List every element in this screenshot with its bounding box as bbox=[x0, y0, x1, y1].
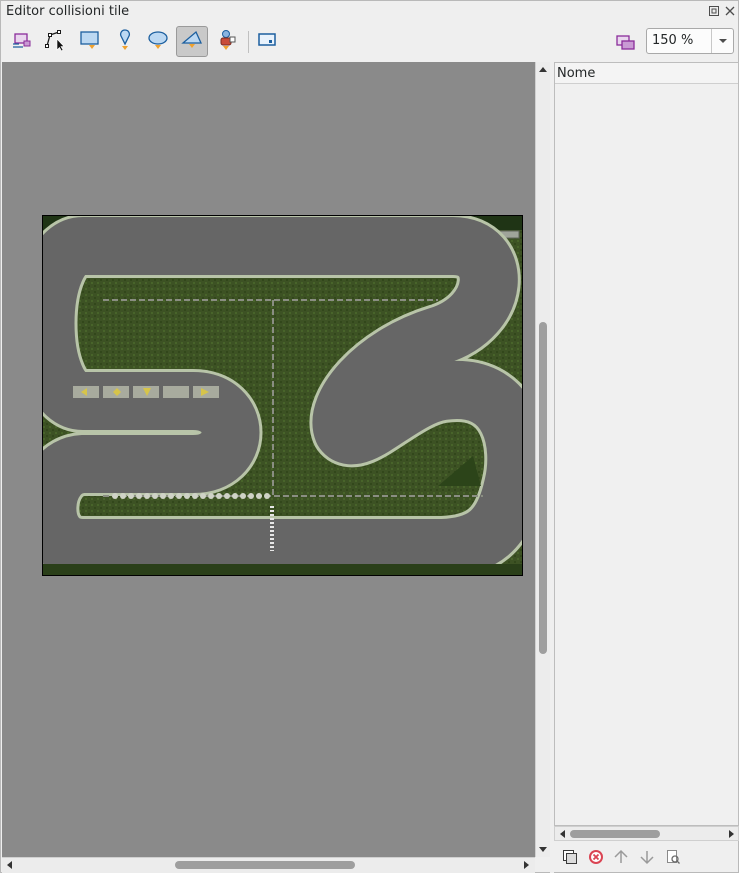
insert-point-button[interactable] bbox=[109, 26, 141, 57]
horizontal-scroll-thumb[interactable] bbox=[175, 861, 355, 869]
scroll-right-icon[interactable] bbox=[524, 861, 530, 869]
toolbar-separator bbox=[248, 31, 249, 53]
insert-template-icon bbox=[214, 28, 238, 56]
scroll-down-icon[interactable] bbox=[539, 847, 547, 853]
column-header-name: Nome bbox=[557, 66, 596, 81]
vertical-scrollbar[interactable] bbox=[535, 62, 550, 857]
title-bar: Editor collisioni tile bbox=[1, 1, 739, 23]
insert-ellipse-button[interactable] bbox=[142, 26, 174, 57]
float-icon[interactable] bbox=[707, 4, 721, 18]
objects-layer-icon[interactable] bbox=[614, 30, 638, 58]
toolbar bbox=[1, 23, 739, 61]
objects-toolbar bbox=[554, 843, 739, 873]
insert-polygon-icon bbox=[180, 28, 204, 56]
insert-tile-button[interactable] bbox=[251, 26, 283, 57]
scroll-left-icon[interactable] bbox=[559, 830, 565, 838]
chevron-down-icon[interactable] bbox=[711, 29, 733, 53]
objects-list[interactable]: Nome bbox=[554, 62, 739, 826]
edit-polygons-button[interactable] bbox=[39, 26, 71, 57]
objects-scroll-thumb[interactable] bbox=[570, 830, 660, 838]
move-up-icon[interactable] bbox=[611, 847, 631, 867]
select-objects-button[interactable] bbox=[6, 26, 38, 57]
close-icon[interactable] bbox=[723, 4, 737, 18]
tile-collision-editor-window: Editor collisioni tile 150 % Nome bbox=[0, 0, 739, 873]
horizontal-scrollbar[interactable] bbox=[2, 857, 535, 873]
move-down-icon[interactable] bbox=[637, 847, 657, 867]
edit-polygons-icon bbox=[43, 28, 67, 56]
window-title: Editor collisioni tile bbox=[6, 4, 130, 19]
scroll-up-icon[interactable] bbox=[539, 66, 547, 72]
remove-icon[interactable] bbox=[586, 847, 606, 867]
scroll-right-icon[interactable] bbox=[729, 830, 735, 838]
insert-rectangle-button[interactable] bbox=[74, 26, 106, 57]
zoom-combobox[interactable]: 150 % bbox=[646, 28, 734, 54]
vertical-scroll-thumb[interactable] bbox=[539, 322, 547, 654]
objects-horizontal-scrollbar[interactable] bbox=[554, 826, 739, 841]
insert-rectangle-icon bbox=[78, 28, 102, 56]
duplicate-icon[interactable] bbox=[560, 847, 580, 867]
insert-template-button[interactable] bbox=[210, 26, 242, 57]
properties-icon[interactable] bbox=[663, 847, 683, 867]
insert-polygon-button[interactable] bbox=[176, 26, 208, 57]
insert-ellipse-icon bbox=[146, 28, 170, 56]
zoom-value: 150 % bbox=[652, 33, 694, 48]
insert-tile-icon bbox=[255, 28, 279, 56]
tile-image bbox=[13, 214, 535, 580]
tile-canvas[interactable] bbox=[2, 62, 535, 857]
select-objects-icon bbox=[11, 29, 33, 55]
objects-header[interactable]: Nome bbox=[555, 63, 738, 84]
insert-point-icon bbox=[113, 28, 137, 56]
race-track-tile-icon bbox=[13, 214, 535, 580]
scroll-left-icon[interactable] bbox=[6, 861, 12, 869]
